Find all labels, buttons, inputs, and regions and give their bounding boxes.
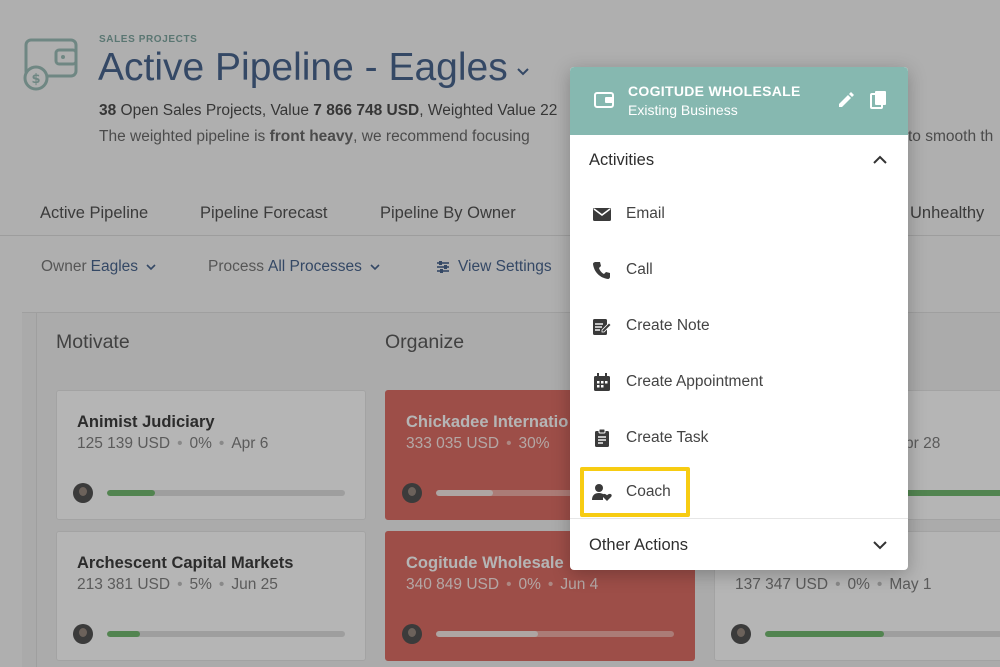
- menu-item-email[interactable]: Email: [570, 186, 908, 242]
- section-divider: [570, 518, 908, 519]
- menu-item-create-appointment[interactable]: Create Appointment: [570, 354, 908, 410]
- activities-section-label: Activities: [589, 151, 655, 169]
- menu-item-label: Create Task: [626, 429, 709, 446]
- phone-icon: [593, 262, 610, 279]
- wallet-icon: [594, 92, 614, 108]
- chevron-up-icon: [873, 155, 887, 164]
- popover-subtitle: Existing Business: [628, 102, 738, 118]
- highlight-box: [580, 467, 690, 517]
- activities-section-toggle[interactable]: Activities: [570, 135, 908, 185]
- menu-item-label: Email: [626, 205, 665, 222]
- clipboard-icon: [595, 428, 609, 447]
- popover-header: COGITUDE WHOLESALE Existing Business: [570, 67, 908, 135]
- menu-item-create-note[interactable]: Create Note: [570, 298, 908, 354]
- menu-item-label: Call: [626, 261, 653, 278]
- popover-company-name: COGITUDE WHOLESALE: [628, 83, 801, 99]
- pencil-icon[interactable]: [836, 90, 856, 110]
- menu-item-label: Create Appointment: [626, 373, 764, 390]
- note-edit-icon: [593, 319, 612, 335]
- deal-actions-popover: COGITUDE WHOLESALE Existing Business Act…: [570, 67, 908, 570]
- email-icon: [593, 208, 611, 221]
- other-actions-section-label: Other Actions: [589, 536, 689, 554]
- chevron-down-icon: [873, 541, 887, 550]
- calendar-icon: [594, 373, 610, 391]
- menu-item-create-task[interactable]: Create Task: [570, 410, 908, 466]
- menu-item-label: Create Note: [626, 317, 710, 334]
- other-actions-section-toggle[interactable]: Other Actions: [570, 520, 908, 570]
- copy-icon[interactable]: [870, 90, 888, 110]
- menu-item-call[interactable]: Call: [570, 242, 908, 298]
